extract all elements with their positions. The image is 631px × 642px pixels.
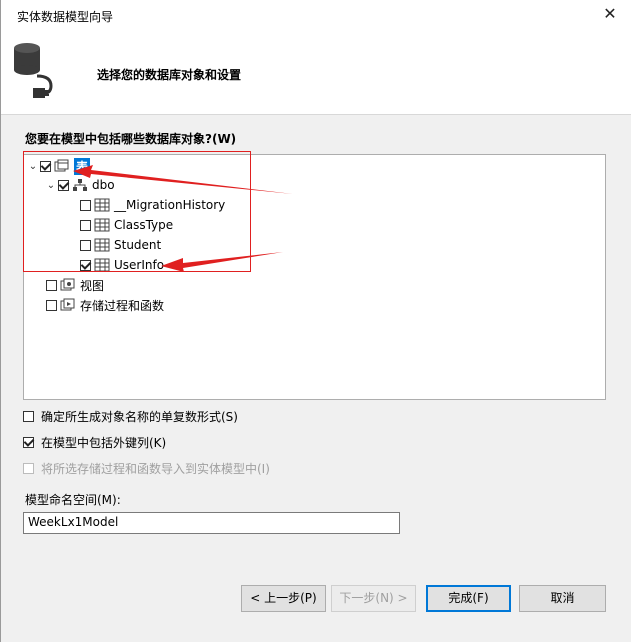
pluralize-option[interactable]: 确定所生成对象名称的单复数形式(S): [23, 408, 238, 425]
foreign-keys-label[interactable]: 在模型中包括外键列(K): [41, 434, 166, 451]
tree-node-table[interactable]: __MigrationHistory: [80, 196, 225, 214]
table-label[interactable]: ClassType: [114, 218, 173, 232]
views-folder-icon: [60, 278, 75, 291]
database-connection-icon: [14, 43, 53, 98]
chevron-down-icon[interactable]: ⌄: [44, 180, 58, 191]
views-checkbox[interactable]: [46, 279, 57, 291]
tables-folder-icon: [54, 159, 69, 172]
import-procs-label: 将所选存储过程和函数导入到实体模型中(I): [41, 462, 270, 476]
back-button[interactable]: < 上一步(P): [241, 585, 326, 612]
procedures-checkbox[interactable]: [46, 299, 57, 311]
pluralize-label[interactable]: 确定所生成对象名称的单复数形式(S): [41, 408, 238, 425]
wizard-subtitle: 选择您的数据库对象和设置: [97, 68, 242, 82]
cancel-button[interactable]: 取消: [519, 585, 606, 612]
tree-node-views[interactable]: 视图: [46, 276, 104, 294]
views-label[interactable]: 视图: [80, 277, 104, 294]
table-icon: [94, 258, 110, 272]
chevron-down-icon[interactable]: ⌄: [26, 161, 40, 172]
tree-node-tables[interactable]: ⌄ 表: [26, 157, 91, 175]
next-button: 下一步(N) >: [331, 585, 416, 612]
tree-prompt-label: 您要在模型中包括哪些数据库对象?(W): [25, 132, 237, 146]
dbo-label[interactable]: dbo: [92, 178, 115, 192]
table-icon: [94, 238, 110, 252]
import-procs-checkbox: [23, 463, 34, 474]
tree-node-procedures[interactable]: 存储过程和函数: [46, 296, 164, 314]
tables-label[interactable]: 表: [74, 157, 91, 175]
entity-data-model-wizard: 实体数据模型向导 ✕ 选择您的数据库对象和设置 您要在模型中包括哪些数据库对象?…: [0, 0, 631, 642]
dbo-checkbox[interactable]: [58, 179, 69, 191]
table-checkbox[interactable]: [80, 239, 91, 251]
finish-button[interactable]: 完成(F): [426, 585, 511, 612]
tables-checkbox[interactable]: [40, 160, 51, 172]
import-procs-option: 将所选存储过程和函数导入到实体模型中(I): [23, 460, 270, 477]
foreign-keys-checkbox[interactable]: [23, 437, 34, 448]
tree-node-table[interactable]: UserInfo: [80, 256, 164, 274]
namespace-label: 模型命名空间(M):: [25, 493, 121, 507]
foreign-keys-option[interactable]: 在模型中包括外键列(K): [23, 434, 166, 451]
table-label[interactable]: Student: [114, 238, 161, 252]
window-title: 实体数据模型向导: [17, 10, 114, 24]
table-checkbox[interactable]: [80, 259, 91, 271]
namespace-input[interactable]: WeekLx1Model: [23, 512, 400, 534]
table-checkbox[interactable]: [80, 199, 91, 211]
schema-icon: [73, 179, 87, 191]
tree-node-dbo[interactable]: ⌄ dbo: [44, 176, 115, 194]
table-icon: [94, 198, 110, 212]
title-bar: 实体数据模型向导 ✕: [1, 0, 631, 30]
database-objects-tree[interactable]: ⌄ 表 ⌄ dbo __MigrationHistory ClassType S…: [23, 154, 606, 400]
close-button[interactable]: ✕: [599, 3, 621, 25]
tree-node-table[interactable]: ClassType: [80, 216, 173, 234]
table-label[interactable]: __MigrationHistory: [114, 198, 225, 212]
table-icon: [94, 218, 110, 232]
procedures-label[interactable]: 存储过程和函数: [80, 297, 164, 314]
table-checkbox[interactable]: [80, 219, 91, 231]
pluralize-checkbox[interactable]: [23, 411, 34, 422]
procedures-folder-icon: [60, 298, 75, 311]
table-label[interactable]: UserInfo: [114, 258, 164, 272]
wizard-header: 选择您的数据库对象和设置: [1, 30, 631, 115]
tree-node-table[interactable]: Student: [80, 236, 161, 254]
